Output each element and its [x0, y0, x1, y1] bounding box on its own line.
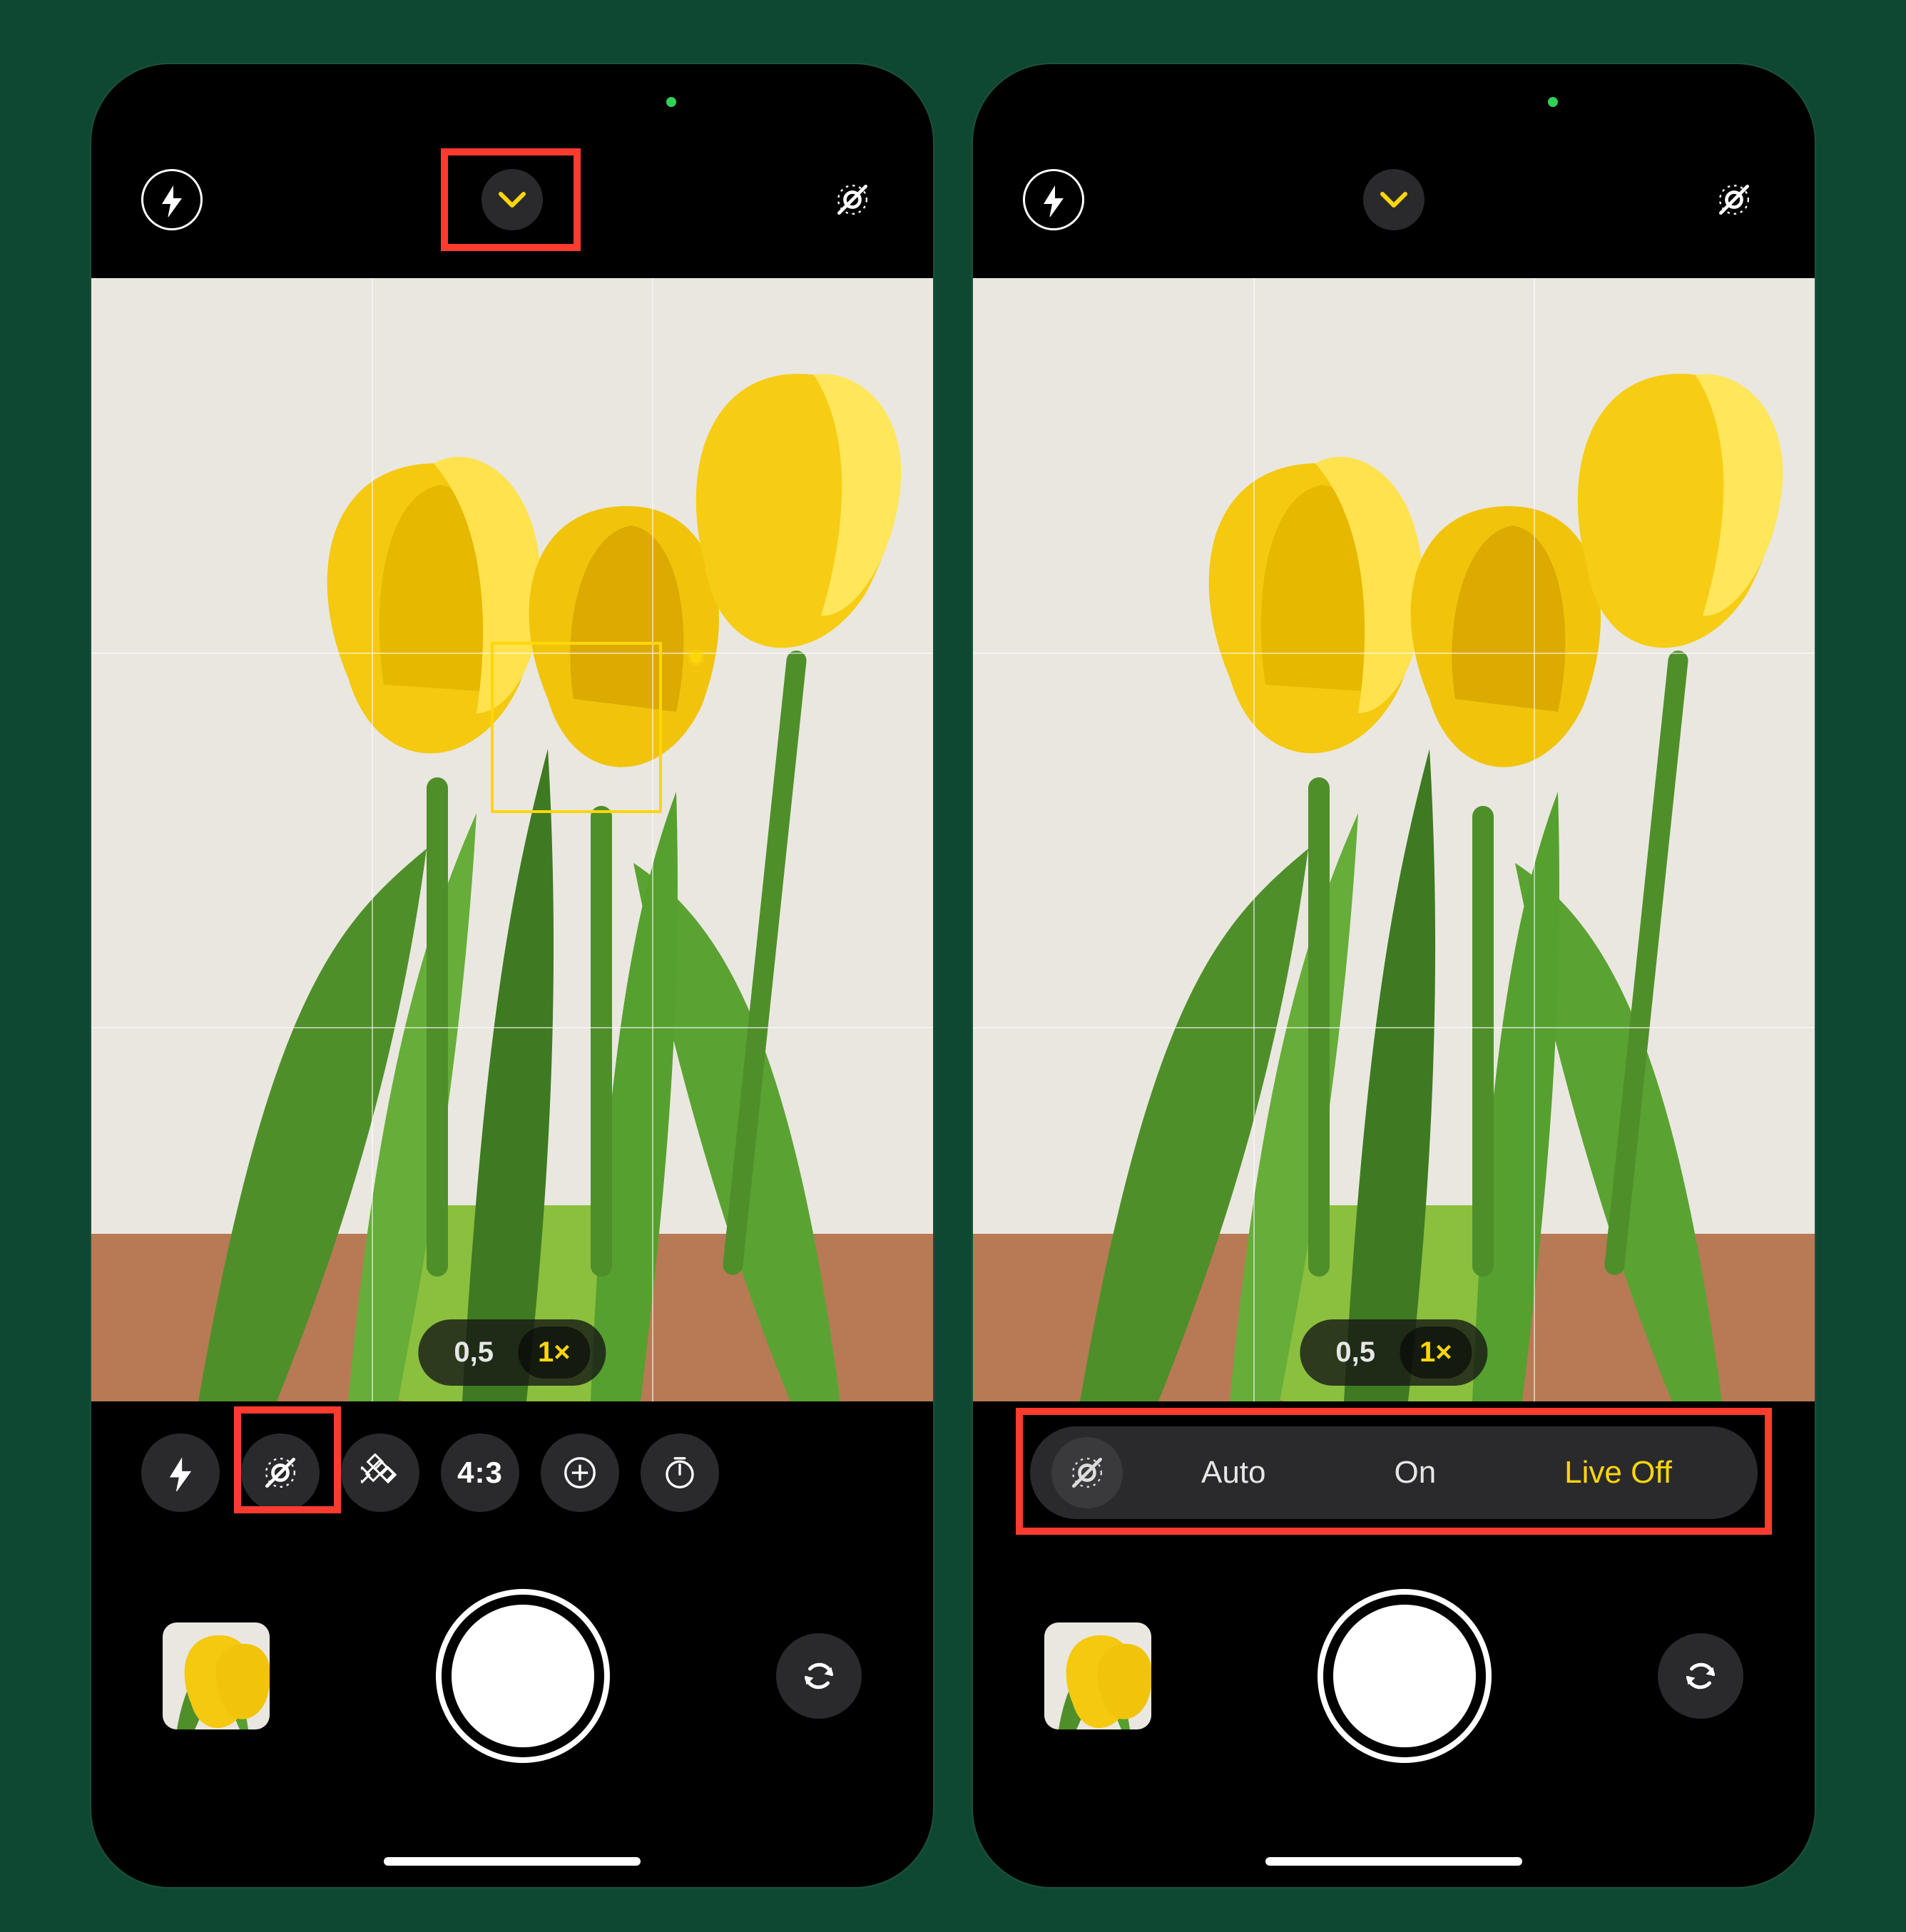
exposure-tool[interactable] — [541, 1433, 619, 1512]
zoom-wide[interactable]: 0,5 — [1315, 1327, 1395, 1379]
bolt-icon — [1036, 183, 1071, 217]
privacy-indicator-icon — [1548, 97, 1558, 107]
aspect-ratio-tool[interactable]: 4:3 — [441, 1433, 519, 1512]
focus-indicator — [491, 642, 662, 813]
viewfinder[interactable]: 0,5 1× — [91, 278, 933, 1401]
timer-icon — [661, 1453, 699, 1492]
timer-tool[interactable] — [641, 1433, 719, 1512]
privacy-indicator-icon — [666, 97, 676, 107]
top-controls — [91, 157, 933, 242]
flash-tool[interactable] — [141, 1433, 220, 1512]
status-bar — [973, 97, 1815, 111]
shutter-button[interactable] — [1333, 1605, 1476, 1747]
top-controls — [973, 157, 1815, 242]
live-option-off[interactable]: Live Off — [1564, 1455, 1672, 1491]
live-photo-off-icon — [1067, 1453, 1107, 1493]
filters-tool[interactable] — [341, 1433, 419, 1512]
zoom-standard[interactable]: 1× — [1400, 1327, 1472, 1379]
viewfinder-image — [91, 278, 933, 1401]
viewfinder[interactable]: 0,5 1× — [973, 278, 1815, 1401]
zoom-selector[interactable]: 0,5 1× — [1300, 1319, 1487, 1386]
status-bar — [91, 97, 933, 111]
zoom-standard[interactable]: 1× — [518, 1327, 591, 1379]
bolt-icon — [155, 183, 189, 217]
flash-button[interactable] — [1023, 169, 1084, 230]
viewfinder-image — [973, 278, 1815, 1401]
home-indicator[interactable] — [1265, 1857, 1522, 1866]
live-photo-icon-button[interactable] — [1051, 1437, 1123, 1508]
live-photo-toggle[interactable] — [822, 169, 883, 230]
capture-bar — [973, 1562, 1815, 1790]
flash-button[interactable] — [141, 169, 203, 230]
live-option-on[interactable]: On — [1394, 1455, 1436, 1491]
live-photo-off-icon — [832, 180, 872, 220]
chevron-down-icon — [495, 184, 529, 215]
last-photo-thumbnail[interactable] — [1044, 1622, 1151, 1729]
live-photo-toggle[interactable] — [1703, 169, 1765, 230]
flip-camera-button[interactable] — [776, 1633, 862, 1719]
expand-tools-button[interactable] — [1363, 169, 1425, 230]
zoom-wide[interactable]: 0,5 — [434, 1327, 514, 1379]
camera-screen-tools: 0,5 1× 4:3 — [91, 64, 933, 1887]
camera-flip-icon — [797, 1655, 840, 1697]
exposure-icon — [561, 1453, 599, 1492]
zoom-selector[interactable]: 0,5 1× — [418, 1319, 606, 1386]
shutter-button[interactable] — [452, 1605, 594, 1747]
filters-icon — [361, 1453, 399, 1492]
live-option-auto[interactable]: Auto — [1201, 1455, 1266, 1491]
camera-screen-live-options: 0,5 1× Auto On Live Off — [973, 64, 1815, 1887]
capture-bar — [91, 1562, 933, 1790]
live-photo-off-icon — [1714, 180, 1754, 220]
expand-tools-button[interactable] — [481, 169, 543, 230]
chevron-down-icon — [1377, 184, 1411, 215]
live-photo-off-icon — [260, 1453, 300, 1493]
last-photo-thumbnail[interactable] — [163, 1622, 270, 1729]
live-photo-options: Auto On Live Off — [1030, 1426, 1758, 1519]
tool-row: 4:3 — [91, 1419, 933, 1526]
camera-flip-icon — [1679, 1655, 1722, 1697]
home-indicator[interactable] — [384, 1857, 641, 1866]
bolt-icon — [162, 1454, 199, 1491]
flip-camera-button[interactable] — [1658, 1633, 1743, 1719]
live-photo-tool[interactable] — [241, 1433, 320, 1512]
